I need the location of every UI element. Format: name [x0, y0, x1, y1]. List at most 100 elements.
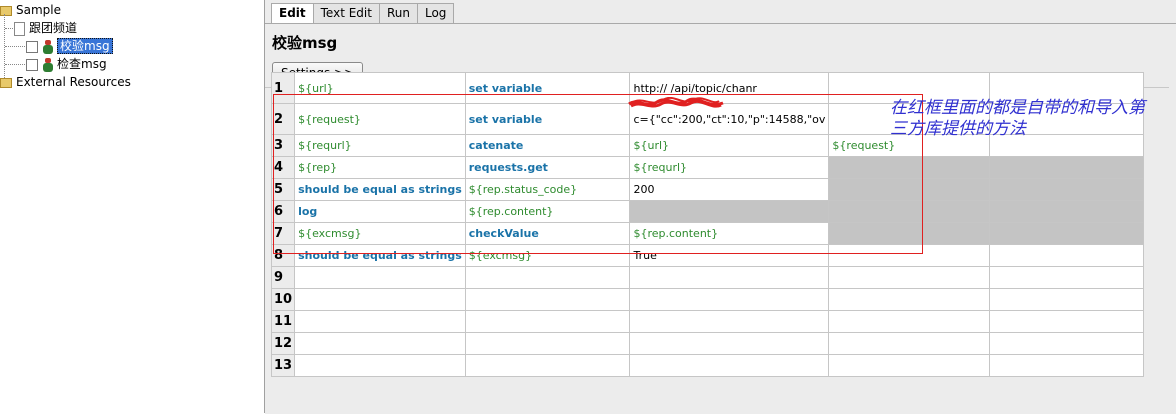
row-number[interactable]: 8	[270, 244, 296, 267]
grid-cell[interactable]	[629, 200, 830, 223]
grid-cell[interactable]: should be equal as strings	[294, 178, 466, 201]
grid-cell[interactable]	[464, 354, 631, 377]
grid-cell[interactable]: ${excmsg}	[464, 244, 631, 267]
grid-cell[interactable]: set variable	[464, 72, 631, 104]
table-row: 12	[270, 332, 1145, 355]
grid-cell[interactable]: ${excmsg}	[294, 222, 466, 245]
grid-cell[interactable]: catenate	[464, 134, 631, 157]
grid-cell[interactable]: requests.get	[464, 156, 631, 179]
grid-cell[interactable]: ${url}	[629, 134, 830, 157]
row-number[interactable]: 9	[270, 266, 296, 289]
grid-cell[interactable]	[828, 200, 990, 223]
grid-cell[interactable]: should be equal as strings	[294, 244, 466, 267]
row-number[interactable]: 2	[270, 103, 296, 135]
grid-cell[interactable]	[988, 288, 1145, 311]
grid-cell[interactable]	[828, 310, 990, 333]
row-number[interactable]: 12	[270, 332, 296, 355]
tab-run[interactable]: Run	[378, 3, 418, 23]
grid-cell[interactable]	[629, 310, 830, 333]
annotation-text: 在红框里面的都是自带的和导入第三方库提供的方法	[890, 98, 1145, 139]
grid-cell[interactable]	[988, 244, 1145, 267]
grid-cell[interactable]	[828, 244, 990, 267]
grid-cell[interactable]	[294, 266, 466, 289]
tree-item-test-verify-msg[interactable]: 校验msg	[26, 37, 113, 55]
grid-cell[interactable]	[629, 266, 830, 289]
row-number[interactable]: 10	[270, 288, 296, 311]
grid-cell[interactable]	[629, 354, 830, 377]
tree-item-external-resources[interactable]: External Resources	[0, 73, 131, 91]
robot-icon	[42, 57, 54, 72]
tab-log[interactable]: Log	[416, 3, 455, 23]
grid-cell[interactable]	[988, 310, 1145, 333]
tree-item-test-check-msg[interactable]: 检查msg	[26, 55, 107, 73]
table-row: 9	[270, 266, 1145, 289]
tree-item-suite[interactable]: 跟团频道	[14, 19, 77, 37]
folder-icon	[0, 77, 12, 88]
tree-item-label: External Resources	[16, 75, 131, 89]
row-number[interactable]: 3	[270, 134, 296, 157]
grid-cell[interactable]	[828, 288, 990, 311]
grid-cell[interactable]	[988, 200, 1145, 223]
tree-item-sample[interactable]: Sample	[0, 1, 61, 19]
grid-cell[interactable]: True	[629, 244, 830, 267]
row-number[interactable]: 1	[270, 72, 296, 104]
redaction-scribble	[628, 97, 724, 108]
grid-cell[interactable]: log	[294, 200, 466, 223]
grid-cell[interactable]	[294, 288, 466, 311]
grid-cell[interactable]	[629, 332, 830, 355]
grid-cell[interactable]	[464, 332, 631, 355]
grid-cell[interactable]: ${requrl}	[629, 156, 830, 179]
grid-cell[interactable]	[988, 156, 1145, 179]
grid-cell[interactable]	[828, 332, 990, 355]
grid-cell[interactable]	[988, 222, 1145, 245]
test-checkbox[interactable]	[26, 58, 38, 71]
row-number[interactable]: 13	[270, 354, 296, 377]
tree-connector	[4, 14, 5, 82]
grid-cell[interactable]: ${request}	[294, 103, 466, 135]
table-row: 4 ${rep} requests.get ${requrl}	[270, 156, 1145, 179]
grid-cell[interactable]	[828, 266, 990, 289]
grid-cell[interactable]: ${rep.status_code}	[464, 178, 631, 201]
grid-cell[interactable]	[828, 156, 990, 179]
grid-cell[interactable]: ${rep.content}	[629, 222, 830, 245]
grid-cell[interactable]	[988, 332, 1145, 355]
grid-cell[interactable]	[294, 310, 466, 333]
tab-text-edit[interactable]: Text Edit	[312, 3, 380, 23]
grid-cell[interactable]: set variable	[464, 103, 631, 135]
file-icon	[14, 21, 25, 36]
row-number[interactable]: 6	[270, 200, 296, 223]
tree-connector	[5, 64, 25, 65]
grid-cell[interactable]	[988, 266, 1145, 289]
tree-item-label: 校验msg	[57, 38, 113, 54]
grid-cell[interactable]: ${url}	[294, 72, 466, 104]
editor-tabs: Edit Text Edit Run Log	[271, 3, 455, 24]
robot-icon	[42, 39, 54, 54]
grid-cell[interactable]	[629, 288, 830, 311]
grid-cell[interactable]	[294, 354, 466, 377]
grid-cell[interactable]	[828, 354, 990, 377]
tab-edit[interactable]: Edit	[271, 3, 314, 24]
row-number[interactable]: 11	[270, 310, 296, 333]
grid-cell[interactable]: checkValue	[464, 222, 631, 245]
table-row: 13	[270, 354, 1145, 377]
scrollbar[interactable]	[1169, 64, 1176, 413]
grid-cell[interactable]: ${requrl}	[294, 134, 466, 157]
grid-cell[interactable]	[988, 354, 1145, 377]
row-number[interactable]: 7	[270, 222, 296, 245]
test-tree: Sample 跟团频道 校验msg 检查msg External Resourc…	[0, 0, 262, 413]
folder-icon	[0, 5, 12, 16]
grid-cell[interactable]	[988, 178, 1145, 201]
grid-cell[interactable]	[464, 266, 631, 289]
row-number[interactable]: 4	[270, 156, 296, 179]
tree-item-label: 跟团频道	[29, 21, 78, 35]
grid-cell[interactable]	[464, 288, 631, 311]
test-checkbox[interactable]	[26, 40, 38, 53]
grid-cell[interactable]: 200	[629, 178, 830, 201]
grid-cell[interactable]	[464, 310, 631, 333]
grid-cell[interactable]	[828, 222, 990, 245]
row-number[interactable]: 5	[270, 178, 296, 201]
grid-cell[interactable]	[828, 178, 990, 201]
grid-cell[interactable]: ${rep}	[294, 156, 466, 179]
grid-cell[interactable]	[294, 332, 466, 355]
grid-cell[interactable]: ${rep.content}	[464, 200, 631, 223]
